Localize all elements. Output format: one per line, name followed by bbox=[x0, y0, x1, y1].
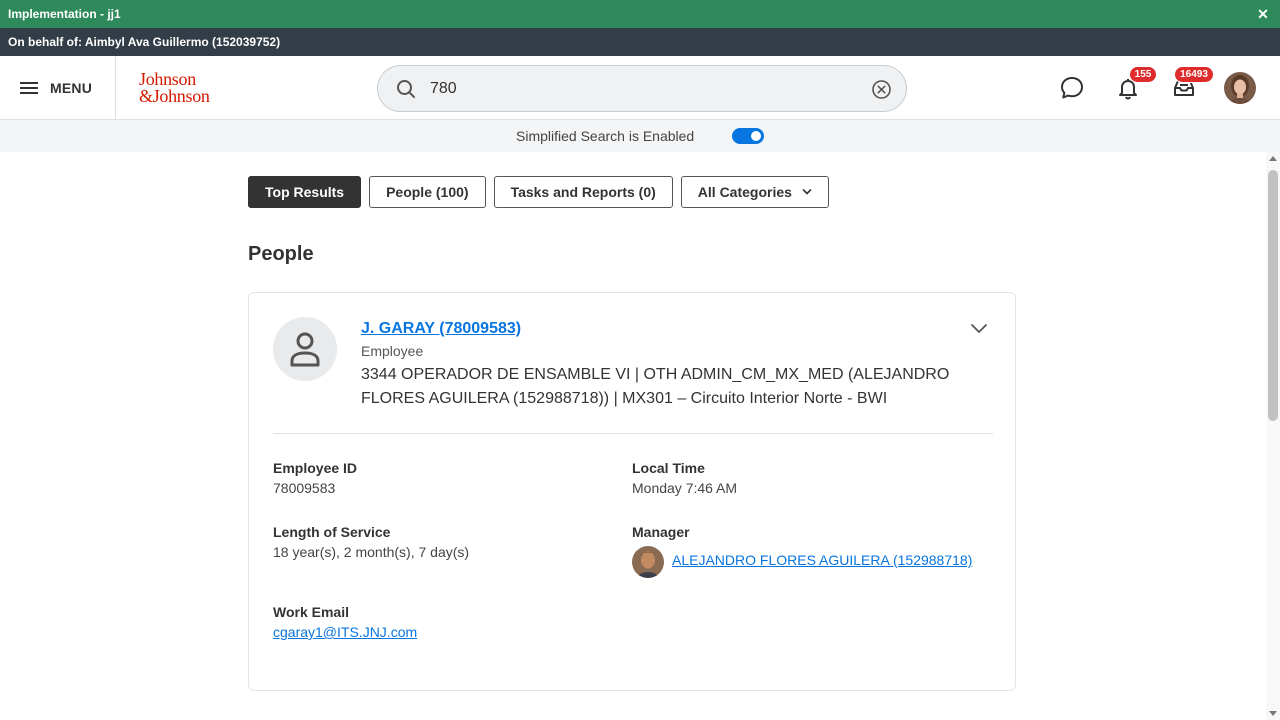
clear-search-icon[interactable] bbox=[871, 79, 892, 100]
manager-label: Manager bbox=[632, 524, 690, 540]
environment-bar: Implementation - jj1 ✕ bbox=[0, 0, 1280, 28]
scroll-up-icon[interactable] bbox=[1269, 156, 1277, 161]
work-email-link[interactable]: cgaray1@ITS.JNJ.com bbox=[273, 624, 417, 640]
filter-all-categories[interactable]: All Categories bbox=[680, 176, 829, 208]
length-of-service-value: 18 year(s), 2 month(s), 7 day(s) bbox=[273, 544, 470, 560]
person-description: 3344 OPERADOR DE ENSAMBLE VI | OTH ADMIN… bbox=[361, 366, 950, 407]
section-title: People bbox=[248, 243, 314, 265]
filter-all-categories-label: All Categories bbox=[697, 184, 792, 200]
expand-chevron-icon[interactable] bbox=[969, 321, 989, 337]
simplified-search-bar: Simplified Search is Enabled bbox=[0, 120, 1280, 152]
inbox-button[interactable]: 16493 bbox=[1168, 66, 1214, 104]
employee-id-value: 78009583 bbox=[273, 480, 336, 496]
manager-avatar bbox=[632, 546, 664, 578]
work-email-label: Work Email bbox=[273, 604, 349, 620]
on-behalf-text: On behalf of: Aimbyl Ava Guillermo (1520… bbox=[8, 35, 281, 49]
person-avatar bbox=[273, 317, 337, 381]
search-bar bbox=[377, 65, 907, 112]
scroll-down-icon[interactable] bbox=[1269, 711, 1277, 716]
manager-link[interactable]: ALEJANDRO FLORES AGUILERA (152988718) bbox=[672, 552, 972, 568]
menu-button[interactable]: MENU bbox=[0, 56, 116, 120]
inbox-badge: 16493 bbox=[1174, 66, 1214, 83]
close-icon[interactable]: ✕ bbox=[1254, 5, 1272, 23]
search-input[interactable] bbox=[430, 76, 850, 102]
chevron-down-icon bbox=[802, 189, 812, 195]
hamburger-icon bbox=[20, 81, 40, 95]
scroll-thumb[interactable] bbox=[1268, 170, 1278, 421]
chat-icon[interactable] bbox=[1056, 72, 1088, 104]
simplified-search-toggle[interactable] bbox=[732, 128, 764, 144]
filter-top-results[interactable]: Top Results bbox=[248, 176, 362, 208]
local-time-value: Monday 7:46 AM bbox=[632, 480, 738, 496]
length-of-service-label: Length of Service bbox=[273, 524, 391, 540]
result-filters: Top Results People (100) Tasks and Repor… bbox=[248, 176, 837, 208]
person-type: Employee bbox=[361, 343, 424, 359]
person-name-link[interactable]: J. GARAY (78009583) bbox=[361, 320, 521, 338]
global-header: MENU Johnson &Johnson 155 bbox=[0, 56, 1280, 120]
card-divider bbox=[273, 433, 993, 434]
search-icon bbox=[397, 80, 415, 98]
local-time-label: Local Time bbox=[632, 460, 705, 476]
person-card: J. GARAY (78009583) Employee 3344 OPERAD… bbox=[248, 292, 1016, 691]
filter-tasks-reports[interactable]: Tasks and Reports (0) bbox=[493, 176, 673, 208]
logo-line-2: &Johnson bbox=[139, 86, 210, 106]
on-behalf-bar: On behalf of: Aimbyl Ava Guillermo (1520… bbox=[0, 28, 1280, 56]
notifications-button[interactable]: 155 bbox=[1112, 66, 1157, 104]
simplified-search-text: Simplified Search is Enabled bbox=[516, 128, 695, 144]
person-icon bbox=[290, 332, 320, 367]
menu-label: MENU bbox=[50, 80, 93, 96]
filter-people[interactable]: People (100) bbox=[369, 176, 486, 208]
company-logo[interactable]: Johnson &Johnson bbox=[139, 70, 210, 106]
page-scrollbar[interactable] bbox=[1266, 152, 1280, 720]
employee-id-label: Employee ID bbox=[273, 460, 358, 476]
notifications-badge: 155 bbox=[1129, 66, 1157, 83]
environment-title: Implementation - jj1 bbox=[8, 7, 121, 21]
user-avatar[interactable] bbox=[1224, 72, 1256, 104]
